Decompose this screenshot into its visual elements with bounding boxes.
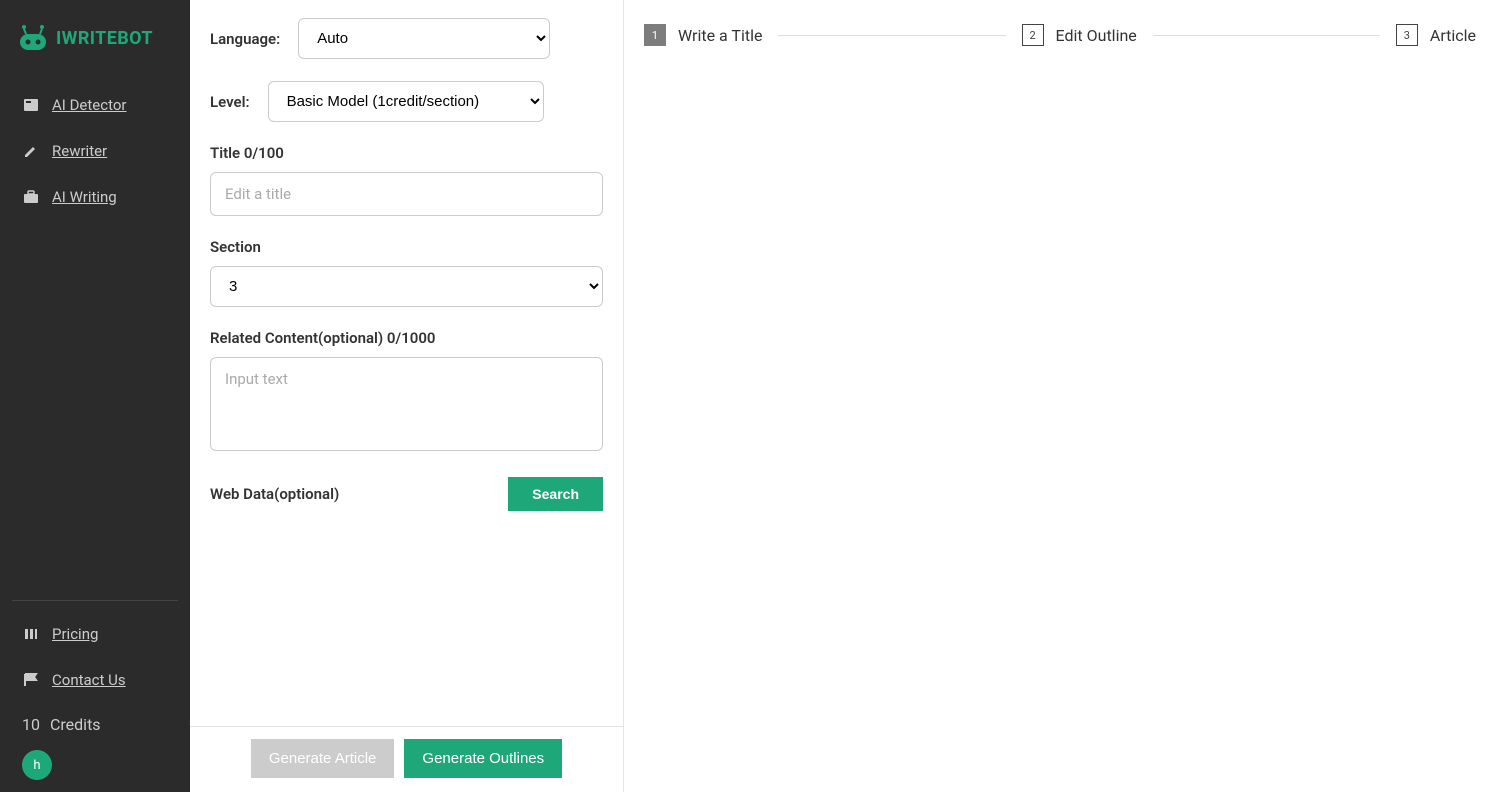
robot-icon (16, 24, 50, 52)
form-footer: Generate Article Generate Outlines (190, 726, 623, 792)
pen-icon (22, 142, 40, 160)
search-button[interactable]: Search (508, 477, 603, 511)
related-textarea[interactable] (210, 357, 603, 451)
section-select[interactable]: 3 (210, 266, 603, 307)
detector-icon (22, 96, 40, 114)
step-divider (1153, 35, 1380, 36)
sidebar-item-pricing[interactable]: Pricing (0, 611, 190, 657)
step-label: Edit Outline (1056, 26, 1137, 45)
pricing-icon (22, 625, 40, 643)
credits-label: Credits (50, 715, 101, 734)
generate-outlines-button[interactable]: Generate Outlines (404, 739, 562, 778)
sidebar-divider (12, 600, 178, 601)
sidebar-item-label: Rewriter (52, 142, 107, 160)
brand-name: IWRITEBOT (56, 28, 153, 49)
flag-icon (22, 671, 40, 689)
title-input[interactable] (210, 172, 603, 216)
step-number: 1 (644, 24, 666, 46)
step-divider (778, 35, 1005, 36)
sidebar-item-contact[interactable]: Contact Us (0, 657, 190, 703)
step-2[interactable]: 2 Edit Outline (1022, 24, 1137, 46)
credits-display: 10 Credits (0, 703, 190, 746)
main-area: 1 Write a Title 2 Edit Outline 3 Article (624, 0, 1496, 792)
section-label: Section (210, 238, 603, 256)
step-1[interactable]: 1 Write a Title (644, 24, 762, 46)
level-select[interactable]: Basic Model (1credit/section) (268, 81, 544, 122)
sidebar: IWRITEBOT AI Detector Rewriter AI Writin… (0, 0, 190, 792)
sidebar-item-label: Pricing (52, 625, 98, 643)
generate-article-button[interactable]: Generate Article (251, 739, 395, 778)
avatar[interactable]: h (22, 750, 52, 780)
sidebar-item-label: Contact Us (52, 671, 126, 689)
title-label: Title 0/100 (210, 144, 603, 162)
form-panel: Language: Auto Level: Basic Model (1cred… (190, 0, 624, 792)
form-body: Language: Auto Level: Basic Model (1cred… (190, 0, 623, 726)
brand-logo[interactable]: IWRITEBOT (0, 24, 190, 82)
sidebar-item-rewriter[interactable]: Rewriter (0, 128, 190, 174)
level-label: Level: (210, 93, 250, 111)
sidebar-item-ai-detector[interactable]: AI Detector (0, 82, 190, 128)
stepper: 1 Write a Title 2 Edit Outline 3 Article (644, 24, 1476, 46)
language-select[interactable]: Auto (298, 18, 550, 59)
step-3[interactable]: 3 Article (1396, 24, 1476, 46)
related-label: Related Content(optional) 0/1000 (210, 329, 603, 347)
language-label: Language: (210, 30, 280, 48)
sidebar-item-label: AI Writing (52, 188, 117, 206)
webdata-label: Web Data(optional) (210, 485, 339, 503)
step-number: 2 (1022, 24, 1044, 46)
sidebar-item-ai-writing[interactable]: AI Writing (0, 174, 190, 220)
sidebar-bottom-nav: Pricing Contact Us 10 Credits h (0, 611, 190, 792)
step-label: Write a Title (678, 26, 762, 45)
sidebar-nav: AI Detector Rewriter AI Writing (0, 82, 190, 220)
step-label: Article (1430, 26, 1476, 45)
avatar-initial: h (33, 758, 40, 773)
credits-count: 10 (22, 715, 40, 734)
step-number: 3 (1396, 24, 1418, 46)
briefcase-icon (22, 188, 40, 206)
sidebar-item-label: AI Detector (52, 96, 127, 114)
